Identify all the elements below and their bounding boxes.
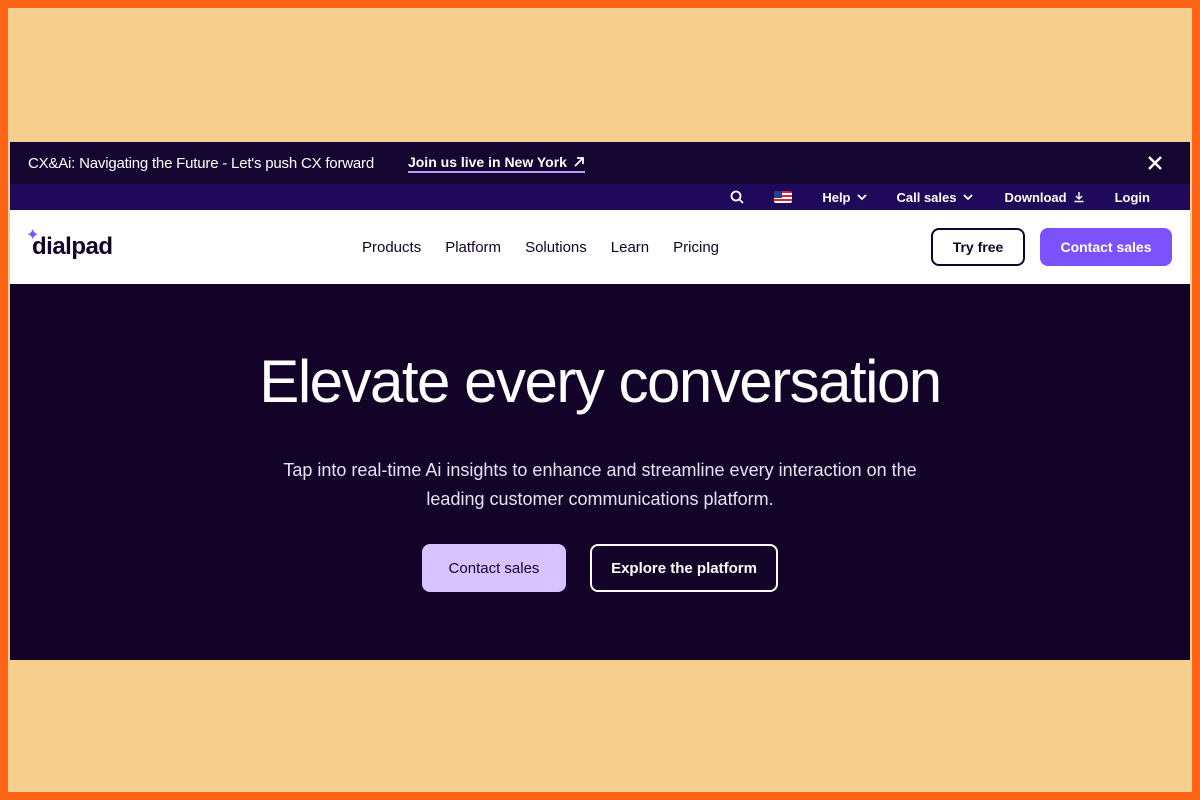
download-label: Download [1004, 189, 1067, 205]
nav-learn[interactable]: Learn [611, 239, 649, 256]
announcement-bar: CX&Ai: Navigating the Future - Let's pus… [10, 142, 1190, 184]
hero-section: Elevate every conversation Tap into real… [10, 284, 1190, 592]
download-icon [1073, 191, 1085, 203]
arrow-up-right-icon [573, 156, 585, 168]
try-free-button[interactable]: Try free [931, 228, 1025, 266]
main-nav: ✦ dialpad Products Platform Solutions Le… [10, 210, 1190, 284]
hero-actions: Contact sales Explore the platform [10, 544, 1190, 592]
utility-bar: Help Call sales Download Login [10, 184, 1190, 210]
explore-platform-button[interactable]: Explore the platform [590, 544, 778, 592]
close-icon[interactable] [1148, 156, 1172, 170]
contact-sales-nav-button[interactable]: Contact sales [1040, 228, 1172, 266]
announcement-text: CX&Ai: Navigating the Future - Let's pus… [28, 154, 374, 172]
nav-pricing[interactable]: Pricing [673, 239, 719, 256]
chevron-down-icon [856, 193, 867, 201]
dialpad-logo[interactable]: ✦ dialpad [26, 227, 113, 261]
help-label: Help [822, 189, 851, 205]
sparkle-icon: ✦ [26, 227, 39, 244]
call-sales-menu[interactable]: Call sales [897, 190, 973, 205]
nav-products[interactable]: Products [362, 239, 421, 256]
chevron-down-icon [962, 193, 973, 201]
contact-sales-hero-button[interactable]: Contact sales [422, 544, 566, 592]
login-label: Login [1114, 189, 1150, 205]
hero-subtitle: Tap into real-time Ai insights to enhanc… [283, 460, 917, 509]
help-menu[interactable]: Help [822, 189, 867, 205]
nav-solutions[interactable]: Solutions [525, 239, 587, 256]
nav-platform[interactable]: Platform [445, 239, 501, 256]
download-link[interactable]: Download [1005, 190, 1085, 205]
logo-text: dialpad [32, 233, 113, 260]
search-icon[interactable] [730, 190, 744, 204]
announcement-link[interactable]: Join us live in New York [407, 153, 585, 173]
announcement-link-label: Join us live in New York [407, 153, 567, 170]
dialpad-site: CX&Ai: Navigating the Future - Let's pus… [10, 142, 1190, 660]
login-link[interactable]: Login [1115, 190, 1150, 205]
nav-links: Products Platform Solutions Learn Pricin… [362, 210, 743, 284]
call-sales-label: Call sales [896, 189, 957, 205]
hero-title: Elevate every conversation [259, 348, 942, 415]
us-flag-icon[interactable] [774, 191, 793, 203]
nav-actions: Try free Contact sales [931, 228, 1172, 266]
